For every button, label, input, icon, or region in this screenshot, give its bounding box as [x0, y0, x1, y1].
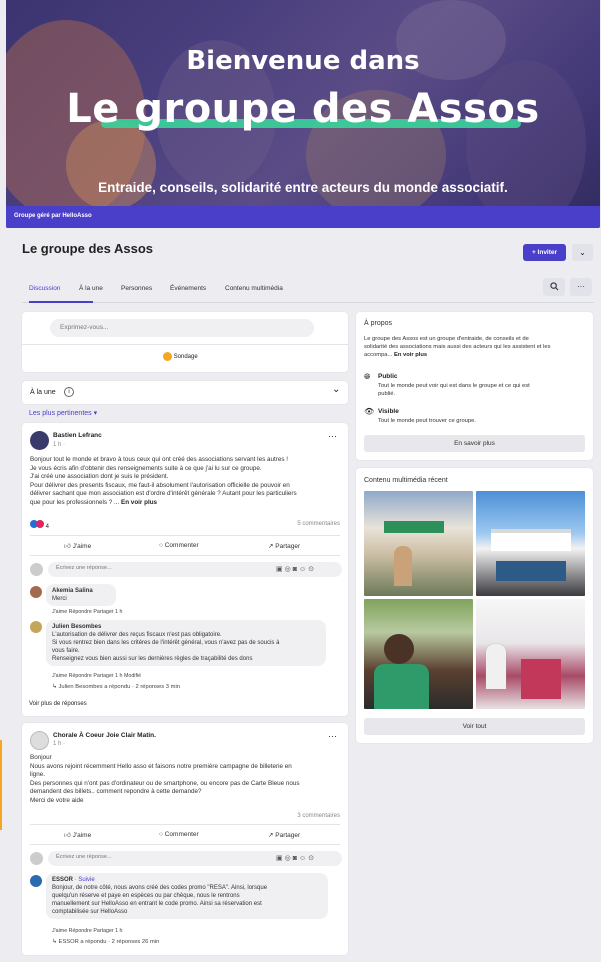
- privacy-description: Tout le monde peut voir qui est dans le …: [378, 383, 530, 397]
- search-button[interactable]: [543, 278, 565, 296]
- follow-tag[interactable]: · Suivie: [73, 877, 95, 883]
- media-photo[interactable]: [476, 491, 585, 596]
- comments-count[interactable]: 3 commentaires: [297, 813, 340, 819]
- banner-title-line2: Le groupe des Assos: [66, 86, 540, 132]
- comments-count[interactable]: 5 commentaires: [297, 521, 340, 527]
- media-photo[interactable]: [476, 599, 585, 709]
- thumbs-up-icon: 👍︎: [64, 832, 73, 839]
- comment-bubble: ESSOR · Suivie Bonjour, de notre côté, n…: [46, 873, 328, 919]
- tab-discussion[interactable]: Discussion: [29, 285, 60, 292]
- post-composer: Exprimez-vous... Sondage: [22, 312, 348, 372]
- active-tab-indicator: [29, 301, 93, 303]
- visibility-description: Tout le monde peut trouver ce groupe.: [378, 418, 476, 424]
- tab-featured[interactable]: À la une: [79, 285, 103, 292]
- tab-events[interactable]: Événements: [170, 285, 206, 292]
- tab-people[interactable]: Personnes: [121, 285, 152, 292]
- poll-icon: [163, 352, 172, 361]
- avatar: [30, 621, 42, 633]
- banner-subtitle: Entraide, conseils, solidarité entre act…: [98, 180, 508, 195]
- post-body: Bonjour Nous avons rejoint récemment Hel…: [30, 754, 300, 804]
- avatar: [30, 875, 42, 887]
- post-card: Chorale À Coeur Joie Clair Matin. 1 h · …: [22, 723, 348, 955]
- featured-section[interactable]: À la une i ⌄: [22, 381, 348, 404]
- visibility-title: Visible: [378, 408, 399, 415]
- media-photo[interactable]: [364, 599, 473, 709]
- comment-author[interactable]: Julien Besombes: [52, 623, 320, 631]
- see-more-link[interactable]: En voir plus: [394, 352, 427, 358]
- my-avatar: [30, 563, 43, 576]
- edge-marker: [0, 740, 2, 830]
- post-author[interactable]: Bastien Lefranc: [53, 432, 102, 439]
- banner-title-line1: Bienvenue dans: [186, 46, 420, 76]
- like-button[interactable]: 👍︎ J'aime: [64, 542, 91, 550]
- comment-author[interactable]: ESSOR: [52, 877, 73, 883]
- eye-icon: 👁︎: [364, 407, 375, 416]
- see-more-link[interactable]: En voir plus: [121, 499, 157, 506]
- reply-tools-icons[interactable]: ▣◎◙☺⊙: [276, 854, 316, 862]
- post-options-icon[interactable]: ···: [328, 431, 337, 441]
- post-body: Bonjour tout le monde et bravo à tous ce…: [30, 456, 297, 506]
- tab-media[interactable]: Contenu multimédia: [225, 285, 283, 292]
- comment-actions[interactable]: J'aime Répondre Partager 1 h: [52, 928, 123, 934]
- thumbs-up-icon: 👍︎: [64, 543, 73, 550]
- reply-tools-icons[interactable]: ▣◎◙☺⊙: [276, 565, 316, 573]
- reactions-summary[interactable]: 4: [30, 520, 49, 530]
- globe-icon: 🌐︎: [364, 372, 371, 381]
- comment-author[interactable]: Akemia Salina: [52, 587, 110, 595]
- about-description: Le groupe des Assos est un groupe d'entr…: [364, 336, 551, 358]
- media-card: Contenu multimédia récent Voir tout: [356, 468, 593, 743]
- about-title: À propos: [364, 320, 393, 327]
- learn-more-button[interactable]: En savoir plus: [364, 435, 585, 452]
- group-title: Le groupe des Assos: [22, 241, 153, 256]
- post-time: 1 h ·: [53, 741, 66, 747]
- about-card: À propos Le groupe des Assos est un grou…: [356, 312, 593, 460]
- comment-button[interactable]: ○ Commenter: [159, 542, 199, 549]
- avatar: [30, 731, 49, 750]
- group-cover-banner: Bienvenue dans Le groupe des Assos Entra…: [6, 0, 600, 228]
- comment-button[interactable]: ○ Commenter: [159, 831, 199, 838]
- group-tabs: Discussion À la une Personnes Événements…: [22, 279, 594, 303]
- share-button[interactable]: ↗ Partager: [268, 831, 300, 839]
- sort-dropdown[interactable]: Les plus pertinentes ▾: [29, 409, 97, 417]
- media-title: Contenu multimédia récent: [364, 477, 448, 484]
- media-photo[interactable]: [364, 491, 473, 596]
- compose-input[interactable]: Exprimez-vous...: [50, 319, 314, 337]
- chevron-down-icon: ⌄: [579, 248, 586, 257]
- like-button[interactable]: 👍︎ J'aime: [64, 831, 91, 839]
- post-author[interactable]: Chorale À Coeur Joie Clair Matin.: [53, 732, 156, 739]
- more-options-button[interactable]: ···: [570, 278, 592, 296]
- poll-button[interactable]: Sondage: [163, 352, 198, 361]
- info-icon[interactable]: i: [64, 387, 74, 397]
- post-time: 1 h ·: [53, 442, 66, 448]
- comment-text: Merci: [52, 596, 67, 602]
- love-reaction-icon: [36, 520, 44, 528]
- featured-label: À la une: [30, 389, 56, 396]
- comment-bubble: Julien Besombes L'autorisation de délivr…: [46, 620, 326, 666]
- poll-label: Sondage: [173, 354, 198, 361]
- invite-button[interactable]: + Inviter: [523, 244, 566, 261]
- see-more-replies-link[interactable]: Voir plus de réponses: [29, 701, 87, 707]
- replies-link[interactable]: ↳ ESSOR a répondu · 2 réponses 26 min: [52, 939, 159, 945]
- comment-bubble: Akemia Salina Merci: [46, 584, 116, 606]
- avatar: [30, 431, 49, 450]
- ellipsis-icon: ···: [577, 282, 585, 291]
- avatar: [30, 586, 42, 598]
- privacy-title: Public: [378, 373, 398, 380]
- comment-actions[interactable]: J'aime Répondre Partager 1 h: [52, 609, 123, 615]
- see-all-button[interactable]: Voir tout: [364, 718, 585, 735]
- comment-actions[interactable]: J'aime Répondre Partager 1 h Modifié: [52, 673, 141, 679]
- more-dropdown-button[interactable]: ⌄: [572, 244, 593, 261]
- post-options-icon[interactable]: ···: [328, 731, 337, 741]
- managed-by-strip: Groupe géré par HelloAsso: [6, 206, 600, 228]
- search-icon: [549, 282, 558, 291]
- chevron-down-icon: ⌄: [332, 384, 341, 395]
- post-card: Bastien Lefranc 1 h · ··· Bonjour tout l…: [22, 423, 348, 716]
- my-avatar: [30, 852, 43, 865]
- share-button[interactable]: ↗ Partager: [268, 542, 300, 550]
- replies-link[interactable]: ↳ Julien Besombes a répondu · 2 réponses…: [52, 684, 180, 690]
